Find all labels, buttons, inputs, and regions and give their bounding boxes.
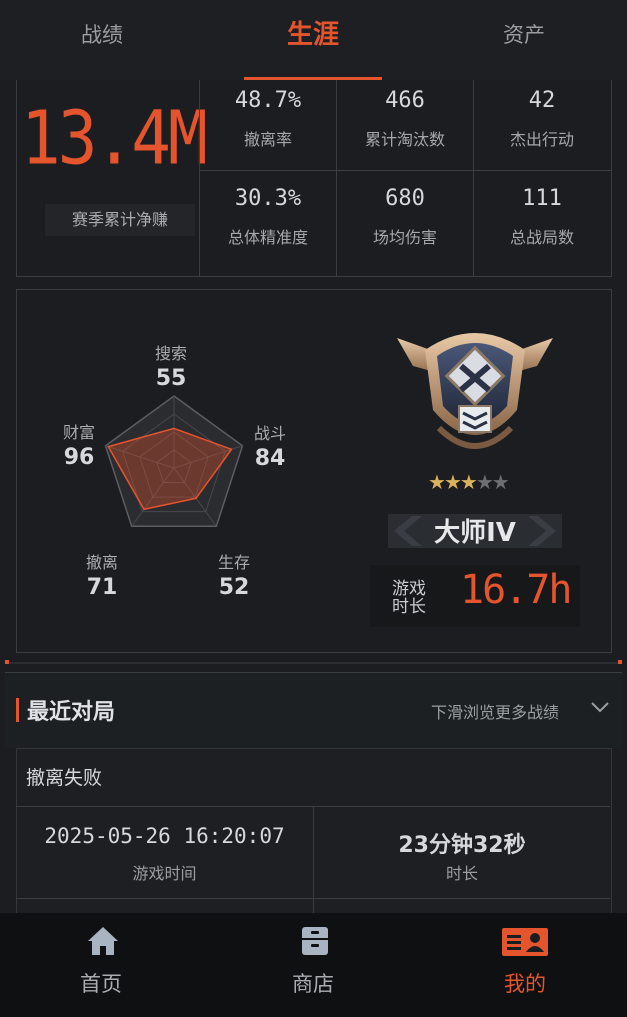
radar-axis-name: 生存 bbox=[217, 553, 250, 572]
net-earnings-label: 赛季累计净赚 bbox=[45, 204, 195, 236]
stat-outstanding-ops: 42 杰出行动 bbox=[473, 80, 610, 178]
match-time-label: 游戏时间 bbox=[132, 864, 197, 883]
match-divider bbox=[16, 898, 610, 899]
star-filled-icon: ★ bbox=[443, 470, 462, 494]
stat-label: 场均伤害 bbox=[372, 228, 437, 247]
radar-axis-name: 财富 bbox=[62, 423, 95, 442]
radar-axis-score: 52 bbox=[218, 575, 250, 600]
match-status: 撤离失败 bbox=[26, 767, 103, 789]
master-rank-badge-icon bbox=[397, 333, 553, 449]
nav-label: 我的 bbox=[504, 972, 546, 996]
profile-card-icon bbox=[502, 928, 548, 956]
star-filled-icon: ★ bbox=[459, 470, 478, 494]
section-accent-bar bbox=[16, 698, 19, 722]
scroll-hint[interactable]: 下滑浏览更多战绩 bbox=[431, 699, 559, 723]
ability-radar-chart bbox=[104, 395, 244, 527]
radar-axis-name: 撤离 bbox=[85, 553, 118, 572]
nav-store[interactable]: 商店 bbox=[213, 913, 413, 1017]
stat-value: 42 bbox=[528, 88, 556, 113]
radar-label-survival: 生存 52 bbox=[199, 549, 269, 600]
tab-records[interactable]: 战绩 bbox=[42, 0, 162, 70]
stat-label: 杰出行动 bbox=[509, 130, 574, 149]
radar-label-wealth: 财富 96 bbox=[44, 419, 114, 470]
section-divider bbox=[5, 660, 622, 664]
playtime-value: 16.7h bbox=[460, 567, 572, 613]
match-duration-value: 23分钟32秒 bbox=[398, 833, 526, 858]
stat-label: 总体精准度 bbox=[227, 228, 308, 247]
stat-value: 111 bbox=[522, 186, 562, 211]
match-time-value: 2025-05-26 16:20:07 bbox=[44, 824, 285, 848]
stat-avg-damage: 680 场均伤害 bbox=[336, 178, 473, 276]
net-earnings-value: 13.4M bbox=[21, 95, 208, 182]
stats-grid: 48.7% 撤离率 466 累计淘汰数 42 杰出行动 30.3% 总体精准度 … bbox=[199, 80, 611, 276]
radar-label-extract: 撤离 71 bbox=[67, 549, 137, 600]
recent-matches-title: 最近对局 bbox=[27, 700, 116, 725]
grid-divider bbox=[199, 170, 611, 171]
stat-value: 680 bbox=[385, 186, 425, 211]
playtime-label: 游戏 时长 bbox=[392, 580, 442, 616]
match-duration-label: 时长 bbox=[445, 864, 478, 883]
stat-value: 30.3% bbox=[234, 186, 302, 211]
radar-label-search: 搜索 55 bbox=[136, 340, 206, 391]
radar-axis-score: 96 bbox=[63, 445, 95, 470]
nav-label: 商店 bbox=[292, 972, 334, 996]
nav-home[interactable]: 首页 bbox=[1, 913, 201, 1017]
tab-career[interactable]: 生涯 bbox=[253, 0, 373, 70]
star-empty-icon: ★ bbox=[491, 470, 510, 494]
stat-value: 48.7% bbox=[234, 88, 302, 113]
stat-label: 撤离率 bbox=[243, 130, 292, 149]
nav-profile[interactable]: 我的 bbox=[425, 913, 625, 1017]
radar-axis-name: 战斗 bbox=[253, 424, 286, 443]
rank-stars: ★★★★★ bbox=[428, 470, 510, 494]
tab-assets[interactable]: 资产 bbox=[464, 0, 584, 70]
stat-label: 总战局数 bbox=[509, 228, 574, 247]
stat-total-kills: 466 累计淘汰数 bbox=[336, 80, 473, 178]
chevron-down-icon[interactable] bbox=[590, 700, 610, 714]
radar-axis-score: 71 bbox=[86, 575, 118, 600]
home-icon bbox=[88, 927, 118, 955]
stat-accuracy: 30.3% 总体精准度 bbox=[199, 178, 336, 276]
playtime-label-line2: 时长 bbox=[392, 597, 426, 617]
radar-axis-name: 搜索 bbox=[154, 344, 187, 363]
playtime-label-line1: 游戏 bbox=[392, 579, 426, 599]
bottom-nav-bar: 首页 商店 我的 bbox=[0, 913, 627, 1017]
stat-extract-rate: 48.7% 撤离率 bbox=[199, 80, 336, 178]
stat-value: 466 bbox=[385, 88, 425, 113]
radar-label-combat: 战斗 84 bbox=[235, 420, 305, 471]
store-icon bbox=[302, 927, 328, 955]
star-filled-icon: ★ bbox=[428, 470, 446, 494]
career-summary-panel: 13.4M 赛季累计净赚 48.7% 撤离率 466 累计淘汰数 42 杰出行动… bbox=[16, 80, 612, 277]
rank-name: 大师IV bbox=[434, 518, 516, 548]
stat-label: 累计淘汰数 bbox=[364, 130, 445, 149]
star-empty-icon: ★ bbox=[475, 470, 494, 494]
nav-label: 首页 bbox=[80, 972, 122, 996]
stat-total-matches: 111 总战局数 bbox=[473, 178, 610, 276]
radar-axis-score: 55 bbox=[155, 366, 187, 391]
radar-axis-score: 84 bbox=[254, 446, 286, 471]
